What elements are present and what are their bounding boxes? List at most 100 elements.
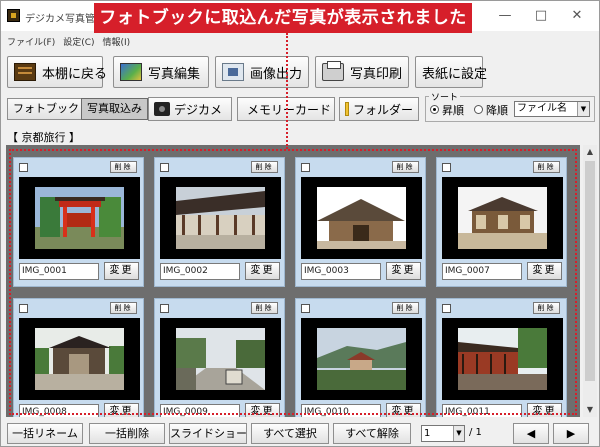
deselect-all-button[interactable]: すべて解除 [333, 423, 411, 444]
photo-frame [442, 318, 563, 400]
photo-checkbox[interactable] [19, 304, 28, 313]
photo-card[interactable]: 削除 IMG_0007 変更 [436, 157, 567, 287]
rename-button[interactable]: 変更 [386, 403, 421, 417]
bottom-toolbar: 一括リネーム 一括削除 スライドショー すべて選択 すべて解除 1 ▼ / 1 … [1, 420, 599, 446]
photo-name-field[interactable]: IMG_0010 [301, 404, 381, 417]
camera-source-button[interactable]: デジカメ [148, 97, 232, 121]
delete-button[interactable]: 削除 [251, 302, 278, 314]
menu-bar: ファイル(F) 設定(C) 情報(I) [1, 35, 130, 51]
rename-button[interactable]: 変更 [104, 403, 139, 417]
menu-file[interactable]: ファイル(F) [7, 35, 55, 51]
delete-button[interactable]: 削除 [392, 161, 419, 173]
menu-settings[interactable]: 設定(C) [63, 35, 94, 51]
photo-checkbox[interactable] [442, 304, 451, 313]
sort-field-select[interactable]: ファイル名 ▼ [514, 101, 590, 117]
delete-button[interactable]: 削除 [110, 302, 137, 314]
sort-ascending-label: 昇順 [442, 104, 464, 117]
photo-checkbox[interactable] [160, 304, 169, 313]
album-title: 【 京都旅行 】 [7, 131, 80, 144]
photo-frame [301, 177, 422, 259]
bulk-rename-button[interactable]: 一括リネーム [7, 423, 83, 444]
photo-thumbnail[interactable] [176, 187, 265, 249]
delete-button[interactable]: 削除 [110, 161, 137, 173]
set-cover-button[interactable]: 表紙に設定 [415, 56, 487, 88]
folder-source-button[interactable]: フォルダー [339, 97, 419, 121]
sort-ascending-radio[interactable] [430, 105, 439, 114]
next-page-button[interactable]: ▶ [553, 423, 589, 444]
scroll-down-icon[interactable]: ▼ [583, 403, 597, 417]
photo-frame [19, 318, 140, 400]
photo-thumbnail[interactable] [458, 187, 547, 249]
photo-edit-icon [120, 63, 142, 81]
photo-checkbox[interactable] [301, 304, 310, 313]
chevron-down-icon: ▼ [453, 426, 464, 441]
main-toolbar: 本棚に戻る 写真編集 画像出力 写真印刷 表紙に設定 [1, 53, 599, 89]
back-to-shelf-button[interactable]: 本棚に戻る [7, 56, 107, 88]
rename-button[interactable]: 変更 [104, 262, 139, 280]
photo-frame [442, 177, 563, 259]
bulk-delete-button[interactable]: 一括削除 [89, 423, 165, 444]
photo-name-field[interactable]: IMG_0009 [160, 404, 240, 417]
photo-card[interactable]: 削除 IMG_0008 変更 [13, 298, 144, 417]
page-select[interactable]: 1 ▼ [421, 425, 465, 442]
photo-thumbnail[interactable] [176, 328, 265, 390]
callout-banner: フォトブックに取込んだ写真が表示されました [94, 3, 472, 33]
folder-icon [345, 102, 349, 116]
rename-button[interactable]: 変更 [527, 262, 562, 280]
photo-thumbnail[interactable] [35, 187, 124, 249]
photo-card[interactable]: 削除 IMG_0001 変更 [13, 157, 144, 287]
select-all-button[interactable]: すべて選択 [251, 423, 329, 444]
photo-card[interactable]: 削除 IMG_0002 変更 [154, 157, 285, 287]
photo-thumbnail[interactable] [35, 328, 124, 390]
photo-checkbox[interactable] [19, 163, 28, 172]
bookshelf-icon [14, 63, 36, 81]
photo-card[interactable]: 削除 IMG_0009 変更 [154, 298, 285, 417]
page-total: / 1 [469, 427, 482, 438]
tab-import[interactable]: 写真取込み [81, 98, 148, 120]
photo-frame [19, 177, 140, 259]
photo-thumbnail[interactable] [317, 328, 406, 390]
delete-button[interactable]: 削除 [533, 302, 560, 314]
photo-card[interactable]: 削除 IMG_0010 変更 [295, 298, 426, 417]
maximize-button[interactable]: □ [523, 7, 559, 25]
export-image-button[interactable]: 画像出力 [215, 56, 309, 88]
delete-button[interactable]: 削除 [392, 302, 419, 314]
photo-grid[interactable]: 削除 IMG_0001 変更 削除 IMG_0002 変更 削除 IMG_000… [6, 145, 580, 417]
callout-pointer-line [286, 33, 288, 149]
photo-name-field[interactable]: IMG_0011 [442, 404, 522, 417]
rename-button[interactable]: 変更 [245, 403, 280, 417]
rename-button[interactable]: 変更 [527, 403, 562, 417]
photo-checkbox[interactable] [160, 163, 169, 172]
photo-thumbnail[interactable] [317, 187, 406, 249]
photo-name-field[interactable]: IMG_0007 [442, 263, 522, 280]
slideshow-button[interactable]: スライドショー [169, 423, 247, 444]
edit-photo-button[interactable]: 写真編集 [113, 56, 209, 88]
menu-info[interactable]: 情報(I) [103, 35, 131, 51]
photo-card[interactable]: 削除 IMG_0011 変更 [436, 298, 567, 417]
rename-button[interactable]: 変更 [245, 262, 280, 280]
sort-descending-radio[interactable] [474, 105, 483, 114]
export-icon [222, 63, 244, 81]
rename-button[interactable]: 変更 [386, 262, 421, 280]
printer-icon [322, 61, 344, 81]
photo-name-field[interactable]: IMG_0008 [19, 404, 99, 417]
tab-photobook[interactable]: フォトブック [7, 98, 85, 120]
minimize-button[interactable]: — [487, 7, 523, 25]
delete-button[interactable]: 削除 [251, 161, 278, 173]
photo-checkbox[interactable] [442, 163, 451, 172]
photo-card[interactable]: 削除 IMG_0003 変更 [295, 157, 426, 287]
scroll-up-icon[interactable]: ▲ [583, 145, 597, 159]
delete-button[interactable]: 削除 [533, 161, 560, 173]
sort-descending-label: 降順 [486, 104, 508, 117]
photo-name-field[interactable]: IMG_0003 [301, 263, 381, 280]
photo-frame [160, 318, 281, 400]
prev-page-button[interactable]: ◀ [513, 423, 549, 444]
scroll-thumb[interactable] [585, 161, 595, 381]
photo-thumbnail[interactable] [458, 328, 547, 390]
close-button[interactable]: ✕ [559, 7, 595, 25]
vertical-scrollbar[interactable]: ▲ ▼ [583, 145, 597, 417]
photo-name-field[interactable]: IMG_0002 [160, 263, 240, 280]
print-photo-button[interactable]: 写真印刷 [315, 56, 409, 88]
photo-name-field[interactable]: IMG_0001 [19, 263, 99, 280]
photo-checkbox[interactable] [301, 163, 310, 172]
